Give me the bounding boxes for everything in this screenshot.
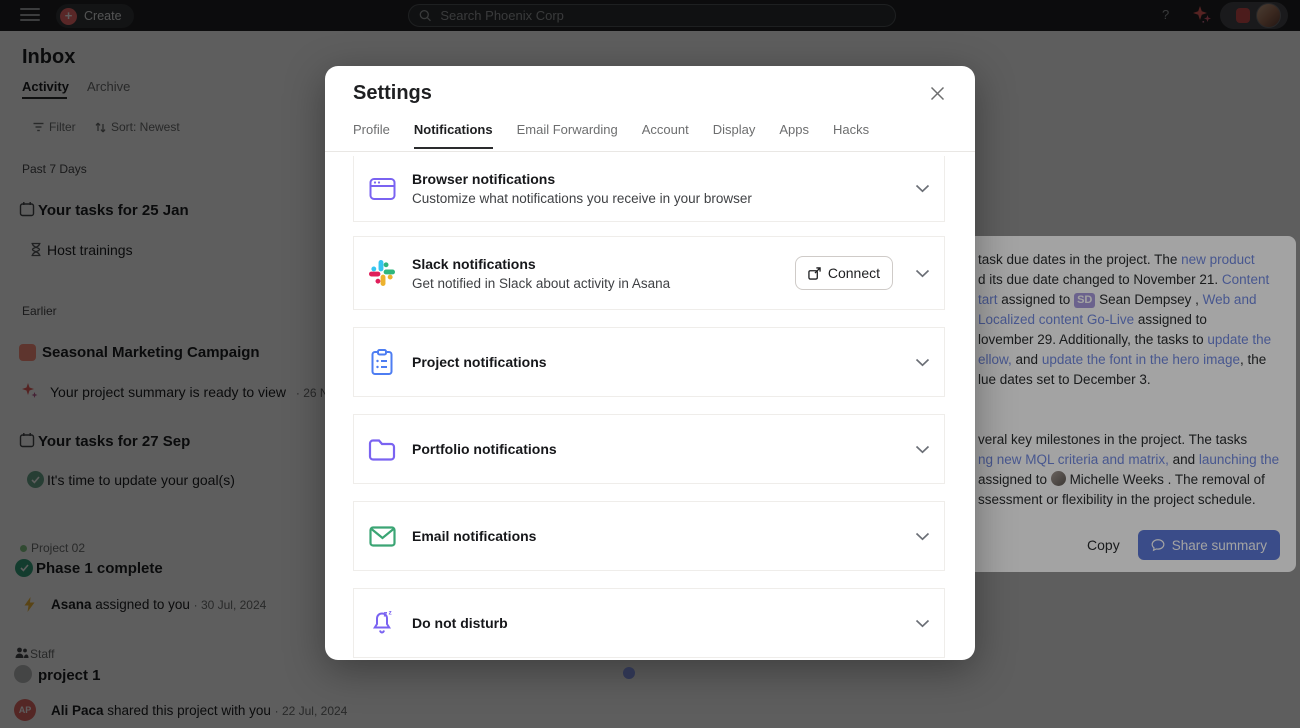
row-title: Do not disturb — [412, 615, 508, 631]
project-notifications-row[interactable]: Project notifications — [353, 327, 945, 397]
tabs-divider — [325, 151, 975, 152]
app-window: + Create ? Inbox Activity Archive — [0, 0, 1300, 728]
tab-email-forwarding[interactable]: Email Forwarding — [517, 122, 618, 149]
row-title: Project notifications — [412, 354, 547, 370]
row-title: Slack notifications — [412, 256, 670, 272]
browser-icon — [369, 177, 396, 201]
chevron-down-icon[interactable] — [915, 532, 930, 541]
tab-display[interactable]: Display — [713, 122, 756, 149]
tab-account[interactable]: Account — [642, 122, 689, 149]
settings-modal: Settings Profile Notifications Email For… — [325, 66, 975, 660]
row-title: Portfolio notifications — [412, 441, 557, 457]
chevron-down-icon[interactable] — [915, 358, 930, 367]
tab-notifications[interactable]: Notifications — [414, 122, 493, 149]
tab-profile[interactable]: Profile — [353, 122, 390, 149]
email-notifications-row[interactable]: Email notifications — [353, 501, 945, 571]
chevron-down-icon[interactable] — [915, 445, 930, 454]
chevron-down-icon[interactable] — [915, 269, 930, 278]
tab-apps[interactable]: Apps — [779, 122, 809, 149]
scroll-indicator-dot — [623, 667, 635, 679]
row-subtitle: Customize what notifications you receive… — [412, 191, 752, 206]
browser-notifications-row[interactable]: Browser notifications Customize what not… — [353, 156, 945, 222]
portfolio-notifications-row[interactable]: Portfolio notifications — [353, 414, 945, 484]
settings-tabs: Profile Notifications Email Forwarding A… — [353, 122, 869, 149]
do-not-disturb-row[interactable]: z z Do not disturb — [353, 588, 945, 658]
external-link-icon — [808, 267, 821, 280]
row-subtitle: Get notified in Slack about activity in … — [412, 276, 670, 291]
do-not-disturb-icon: z z — [369, 610, 396, 637]
email-icon — [369, 526, 396, 547]
row-title: Browser notifications — [412, 171, 752, 187]
modal-title: Settings — [353, 82, 432, 105]
project-notifications-icon — [371, 349, 393, 376]
chevron-down-icon[interactable] — [915, 184, 930, 193]
row-title: Email notifications — [412, 528, 536, 544]
svg-text:z: z — [388, 610, 392, 617]
connect-label: Connect — [828, 265, 880, 281]
slack-icon — [369, 260, 395, 286]
connect-slack-button[interactable]: Connect — [795, 256, 893, 290]
svg-text:z: z — [383, 610, 387, 619]
portfolio-icon — [368, 438, 396, 461]
tab-hacks[interactable]: Hacks — [833, 122, 869, 149]
close-icon[interactable] — [930, 86, 945, 101]
chevron-down-icon[interactable] — [915, 619, 930, 628]
slack-notifications-row[interactable]: Slack notifications Get notified in Slac… — [353, 236, 945, 310]
